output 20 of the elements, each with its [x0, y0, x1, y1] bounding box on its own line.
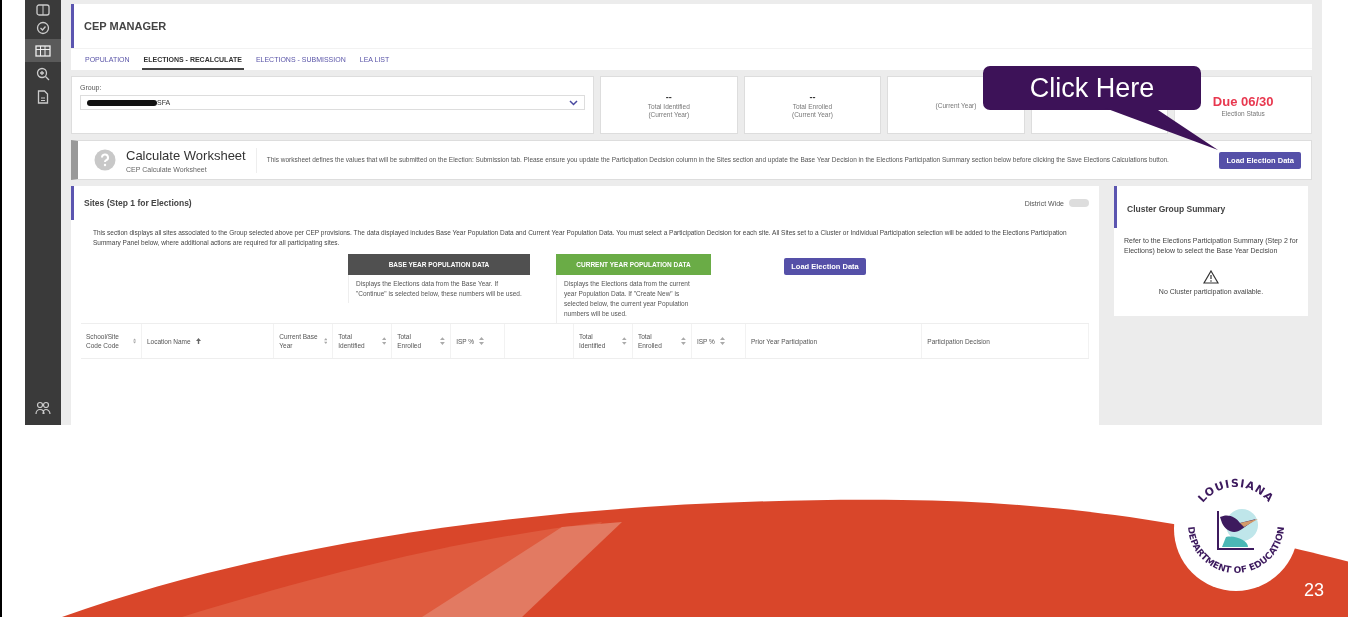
stat-value: -- [809, 92, 816, 102]
worksheet-title: Calculate Worksheet [126, 147, 246, 163]
check-circle-icon[interactable] [36, 20, 50, 35]
table-icon[interactable] [35, 44, 51, 57]
panel-title: Sites (Step 1 for Elections) [84, 198, 193, 208]
sidebar-nav-item[interactable] [25, 39, 61, 62]
panel-icon[interactable] [36, 4, 50, 16]
people-icon[interactable] [35, 400, 51, 415]
document-icon[interactable] [37, 89, 49, 104]
chevron-down-icon [569, 99, 578, 106]
help-icon [94, 149, 116, 171]
sort-ascending-icon[interactable] [195, 338, 201, 345]
stat-value: Due 06/30 [1212, 93, 1274, 109]
page-title: CEP MANAGER [84, 20, 167, 32]
page-number: 23 [1304, 580, 1325, 601]
warning-icon [1203, 270, 1219, 285]
district-wide-toggle[interactable] [1069, 199, 1089, 207]
stat-value: -- [665, 92, 672, 102]
zoom-in-icon[interactable] [36, 66, 50, 81]
panel-title: Cluster Group Summary [1127, 204, 1226, 214]
